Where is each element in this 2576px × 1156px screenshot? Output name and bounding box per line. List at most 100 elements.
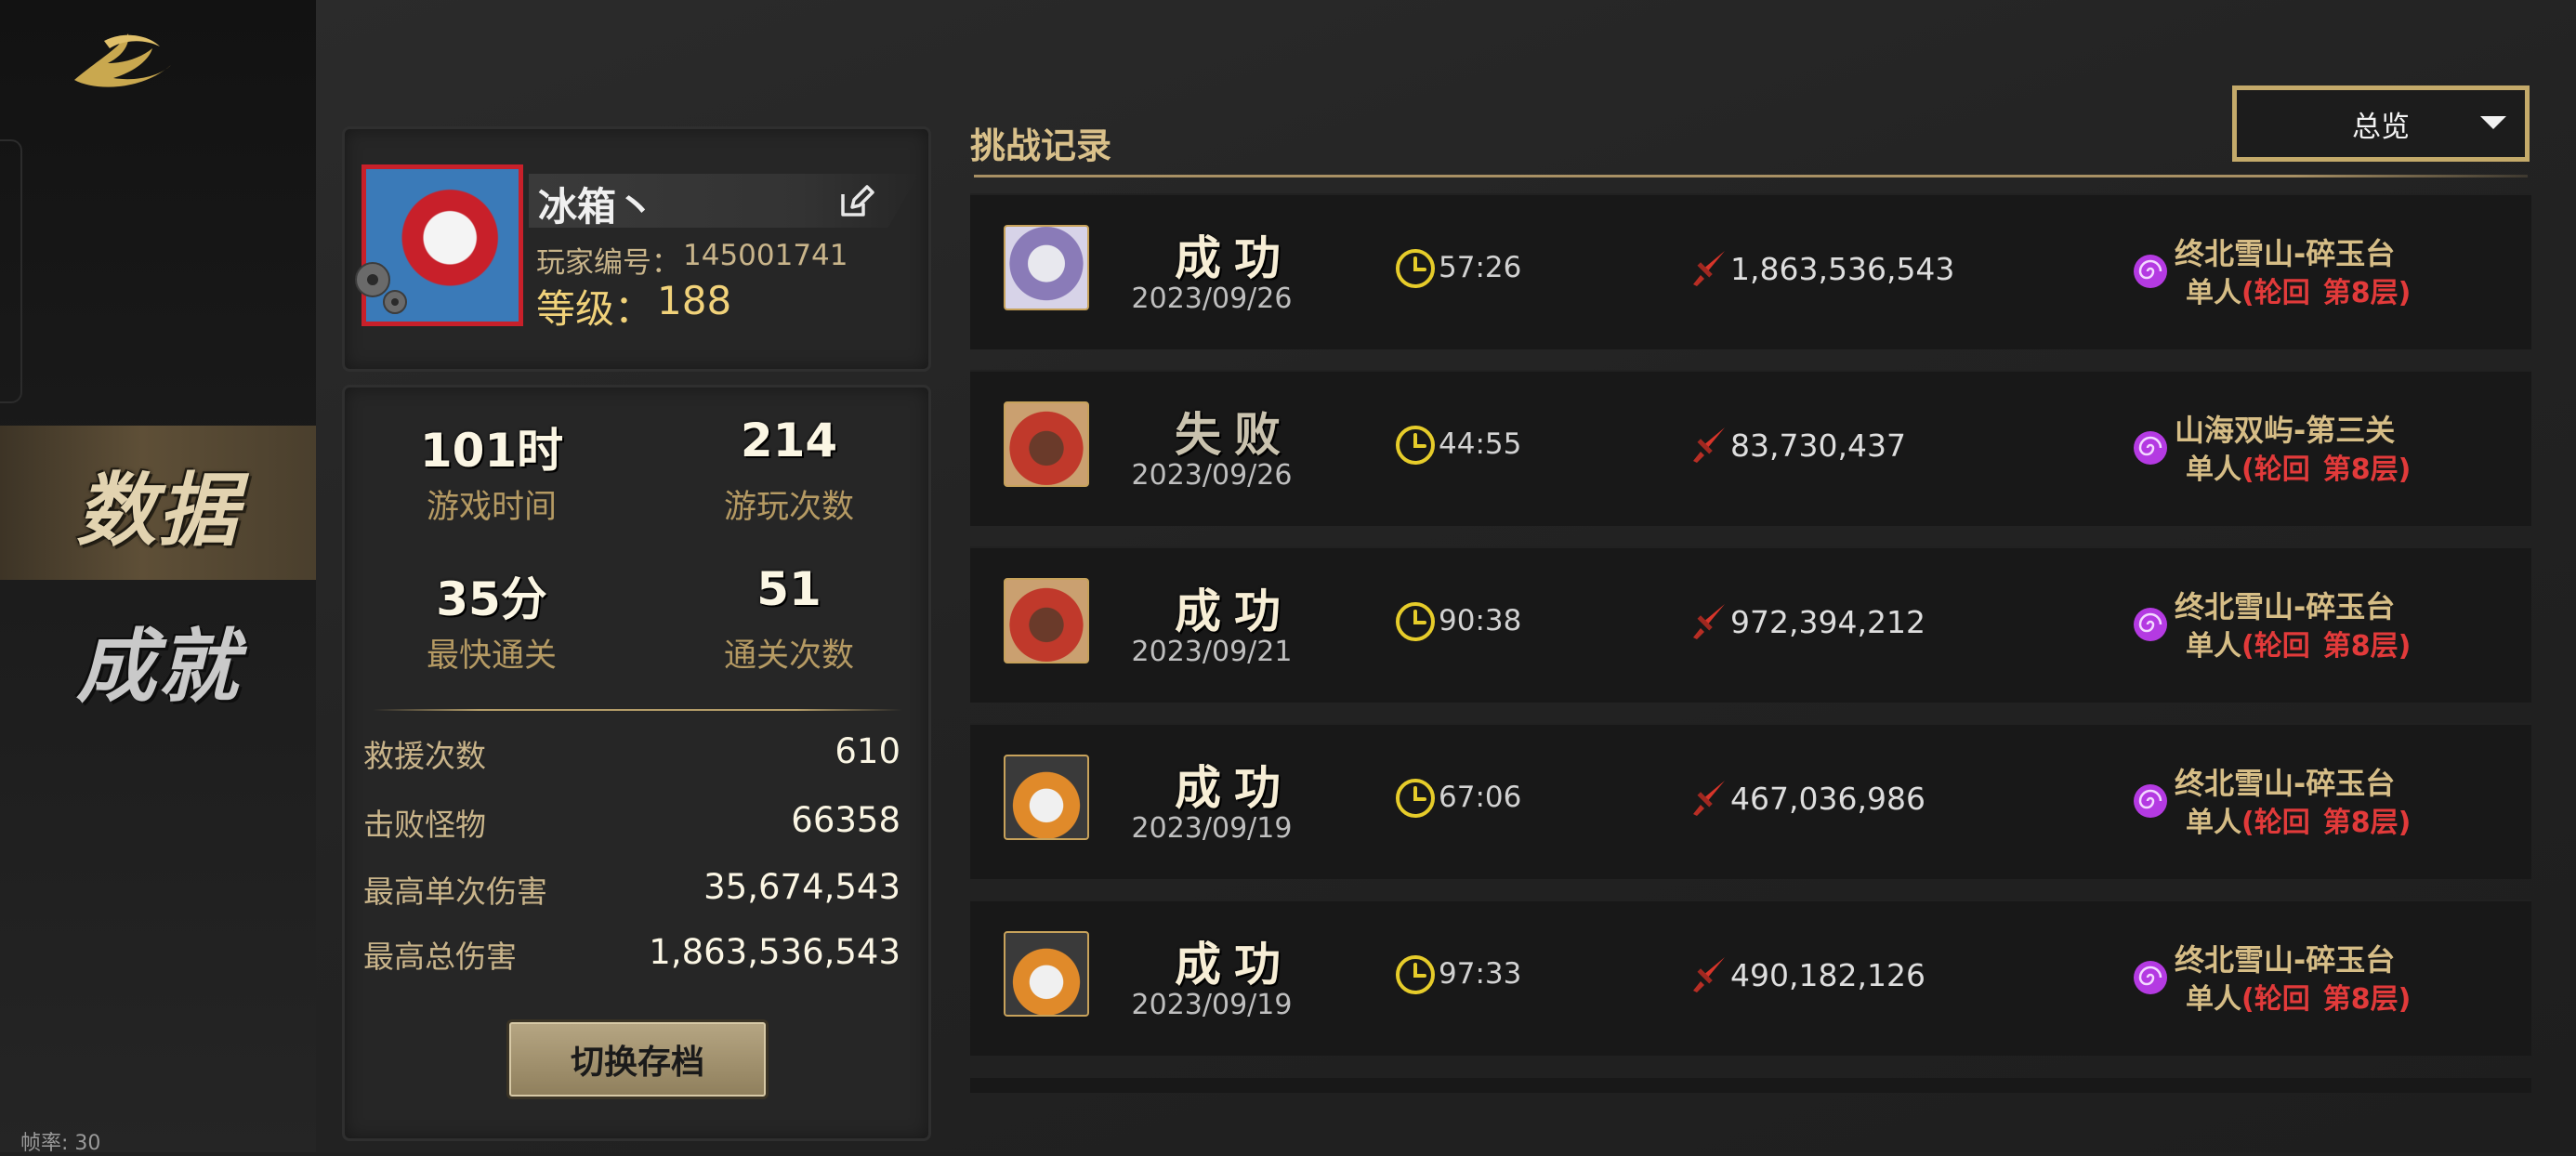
record-stage: 山海双屿-第三关 <box>2175 413 2396 448</box>
player-id: 145001741 <box>683 239 848 272</box>
clock-icon <box>1396 602 1435 641</box>
record-mode-cycle: (轮回 <box>2241 983 2310 1016</box>
record-damage: 972,394,212 <box>1730 604 1925 640</box>
record-mode: 单人(轮回 第8层) <box>2186 976 2411 1017</box>
swirl-icon <box>2134 784 2167 818</box>
rescue-count-value: 610 <box>835 731 900 771</box>
record-mode-floor: 第8层) <box>2322 453 2412 486</box>
swirl-icon <box>2134 608 2167 641</box>
record-duration: 67:06 <box>1439 781 1522 814</box>
max-single-damage-value: 35,674,543 <box>703 867 900 907</box>
stat-play-count-label: 游玩次数 <box>723 489 854 526</box>
stat-clear-count-value: 51 <box>756 562 821 616</box>
rescue-count-label: 救援次数 <box>363 738 486 774</box>
clock-icon <box>1396 249 1435 288</box>
record-mode-prefix: 单人 <box>2186 807 2241 839</box>
filter-dropdown-value: 总览 <box>2352 110 2410 144</box>
nav-item-data[interactable]: 数据 <box>0 426 316 580</box>
monsters-defeated-value: 66358 <box>791 800 900 840</box>
sidebar: 数据 成就 帧率: 30 <box>0 0 316 1155</box>
record-character-avatar <box>1004 578 1089 663</box>
monsters-defeated-label: 击败怪物 <box>363 807 486 843</box>
record-mode: 单人(轮回 第8层) <box>2186 799 2411 840</box>
clock-icon <box>1396 426 1435 465</box>
record-mode-prefix: 单人 <box>2186 453 2241 486</box>
record-result: 失败 <box>1175 407 1294 462</box>
player-name: 冰箱丶 <box>538 184 656 230</box>
record-character-avatar <box>1004 225 1089 310</box>
clock-icon <box>1396 779 1435 818</box>
swirl-icon <box>2134 431 2167 465</box>
challenge-record-row[interactable]: 成功 2023/09/26 57:26 1,863,536,543 终北雪山-碎玉台 单人… <box>970 193 2531 349</box>
record-stage: 终北雪山-碎玉台 <box>2175 589 2396 624</box>
clock-icon <box>1396 955 1435 994</box>
sword-icon <box>1693 427 1725 463</box>
record-duration: 97:33 <box>1439 957 1522 991</box>
record-result: 成功 <box>1175 584 1294 638</box>
stats-divider <box>373 709 902 711</box>
record-mode-floor: 第8层) <box>2322 630 2412 663</box>
fps-counter: 帧率: 30 <box>20 1132 101 1155</box>
record-result: 成功 <box>1175 760 1294 815</box>
swirl-icon <box>2134 255 2167 288</box>
record-duration: 57:26 <box>1439 251 1522 284</box>
player-id-label: 玩家编号： <box>536 246 680 280</box>
record-damage: 83,730,437 <box>1730 427 1906 464</box>
record-mode-prefix: 单人 <box>2186 277 2241 309</box>
challenge-record-row[interactable]: 成功 2023/09/19 97:33 490,182,126 终北雪山-碎玉台 单人(轮… <box>970 900 2531 1056</box>
record-stage: 终北雪山-碎玉台 <box>2175 236 2396 271</box>
challenge-record-row[interactable]: 成功 2023/09/19 67:06 467,036,986 终北雪山-碎玉台 单人(轮… <box>970 723 2531 879</box>
record-result: 成功 <box>1175 230 1294 285</box>
record-date: 2023/09/19 <box>1131 812 1293 845</box>
switch-save-button[interactable]: 切换存档 <box>506 1019 769 1099</box>
record-mode-cycle: (轮回 <box>2241 277 2310 309</box>
record-mode: 单人(轮回 第8层) <box>2186 269 2411 310</box>
edit-icon[interactable] <box>835 181 876 222</box>
challenge-record-partial <box>970 1078 2531 1093</box>
max-total-damage-value: 1,863,536,543 <box>649 932 900 972</box>
record-mode: 单人(轮回 第8层) <box>2186 623 2411 663</box>
record-mode-floor: 第8层) <box>2322 807 2412 839</box>
record-damage: 1,863,536,543 <box>1730 251 1955 287</box>
sword-icon <box>1693 251 1725 286</box>
record-date: 2023/09/21 <box>1131 636 1293 668</box>
stat-play-count-value: 214 <box>740 414 838 467</box>
stat-clear-count-label: 通关次数 <box>723 637 854 675</box>
swirl-icon <box>2134 961 2167 994</box>
record-mode-prefix: 单人 <box>2186 630 2241 663</box>
record-date: 2023/09/26 <box>1131 459 1293 492</box>
record-character-avatar <box>1004 931 1089 1017</box>
stats-panel: 101时 游戏时间 214 游玩次数 35分 最快通关 51 通关次数 救援次数… <box>342 385 931 1141</box>
record-date: 2023/09/26 <box>1131 282 1293 315</box>
challenge-title-divider <box>974 175 2528 177</box>
record-stage: 终北雪山-碎玉台 <box>2175 766 2396 801</box>
filter-dropdown[interactable]: 总览 <box>2232 85 2530 162</box>
dropdown-caret-icon <box>2480 116 2506 129</box>
game-logo <box>74 33 171 87</box>
nav-item-achievements[interactable]: 成就 <box>0 582 316 736</box>
level-label: 等级： <box>536 286 654 332</box>
player-level: 188 <box>657 278 732 323</box>
record-mode-cycle: (轮回 <box>2241 630 2310 663</box>
sidebar-edge <box>0 139 22 403</box>
record-result: 成功 <box>1175 937 1294 992</box>
record-date: 2023/09/19 <box>1131 989 1293 1021</box>
record-mode-cycle: (轮回 <box>2241 453 2310 486</box>
sword-icon <box>1693 957 1725 992</box>
record-damage: 467,036,986 <box>1730 781 1925 817</box>
stat-fastest-clear-label: 最快通关 <box>426 637 557 675</box>
profile-card: 冰箱丶 玩家编号： 145001741 等级： 188 <box>342 126 931 372</box>
gear-icon <box>355 262 407 314</box>
record-mode: 单人(轮回 第8层) <box>2186 446 2411 487</box>
max-single-damage-label: 最高单次伤害 <box>363 874 547 910</box>
record-duration: 90:38 <box>1439 604 1522 637</box>
max-total-damage-label: 最高总伤害 <box>363 939 517 975</box>
stat-play-time-value: 101时 <box>419 424 564 478</box>
record-stage: 终北雪山-碎玉台 <box>2175 942 2396 978</box>
challenge-record-row[interactable]: 失败 2023/09/26 44:55 83,730,437 山海双屿-第三关 单人(轮回… <box>970 370 2531 526</box>
challenge-record-row[interactable]: 成功 2023/09/21 90:38 972,394,212 终北雪山-碎玉台 单人(轮… <box>970 546 2531 703</box>
record-mode-floor: 第8层) <box>2322 277 2412 309</box>
record-character-avatar <box>1004 401 1089 487</box>
record-character-avatar <box>1004 755 1089 840</box>
record-damage: 490,182,126 <box>1730 957 1925 993</box>
